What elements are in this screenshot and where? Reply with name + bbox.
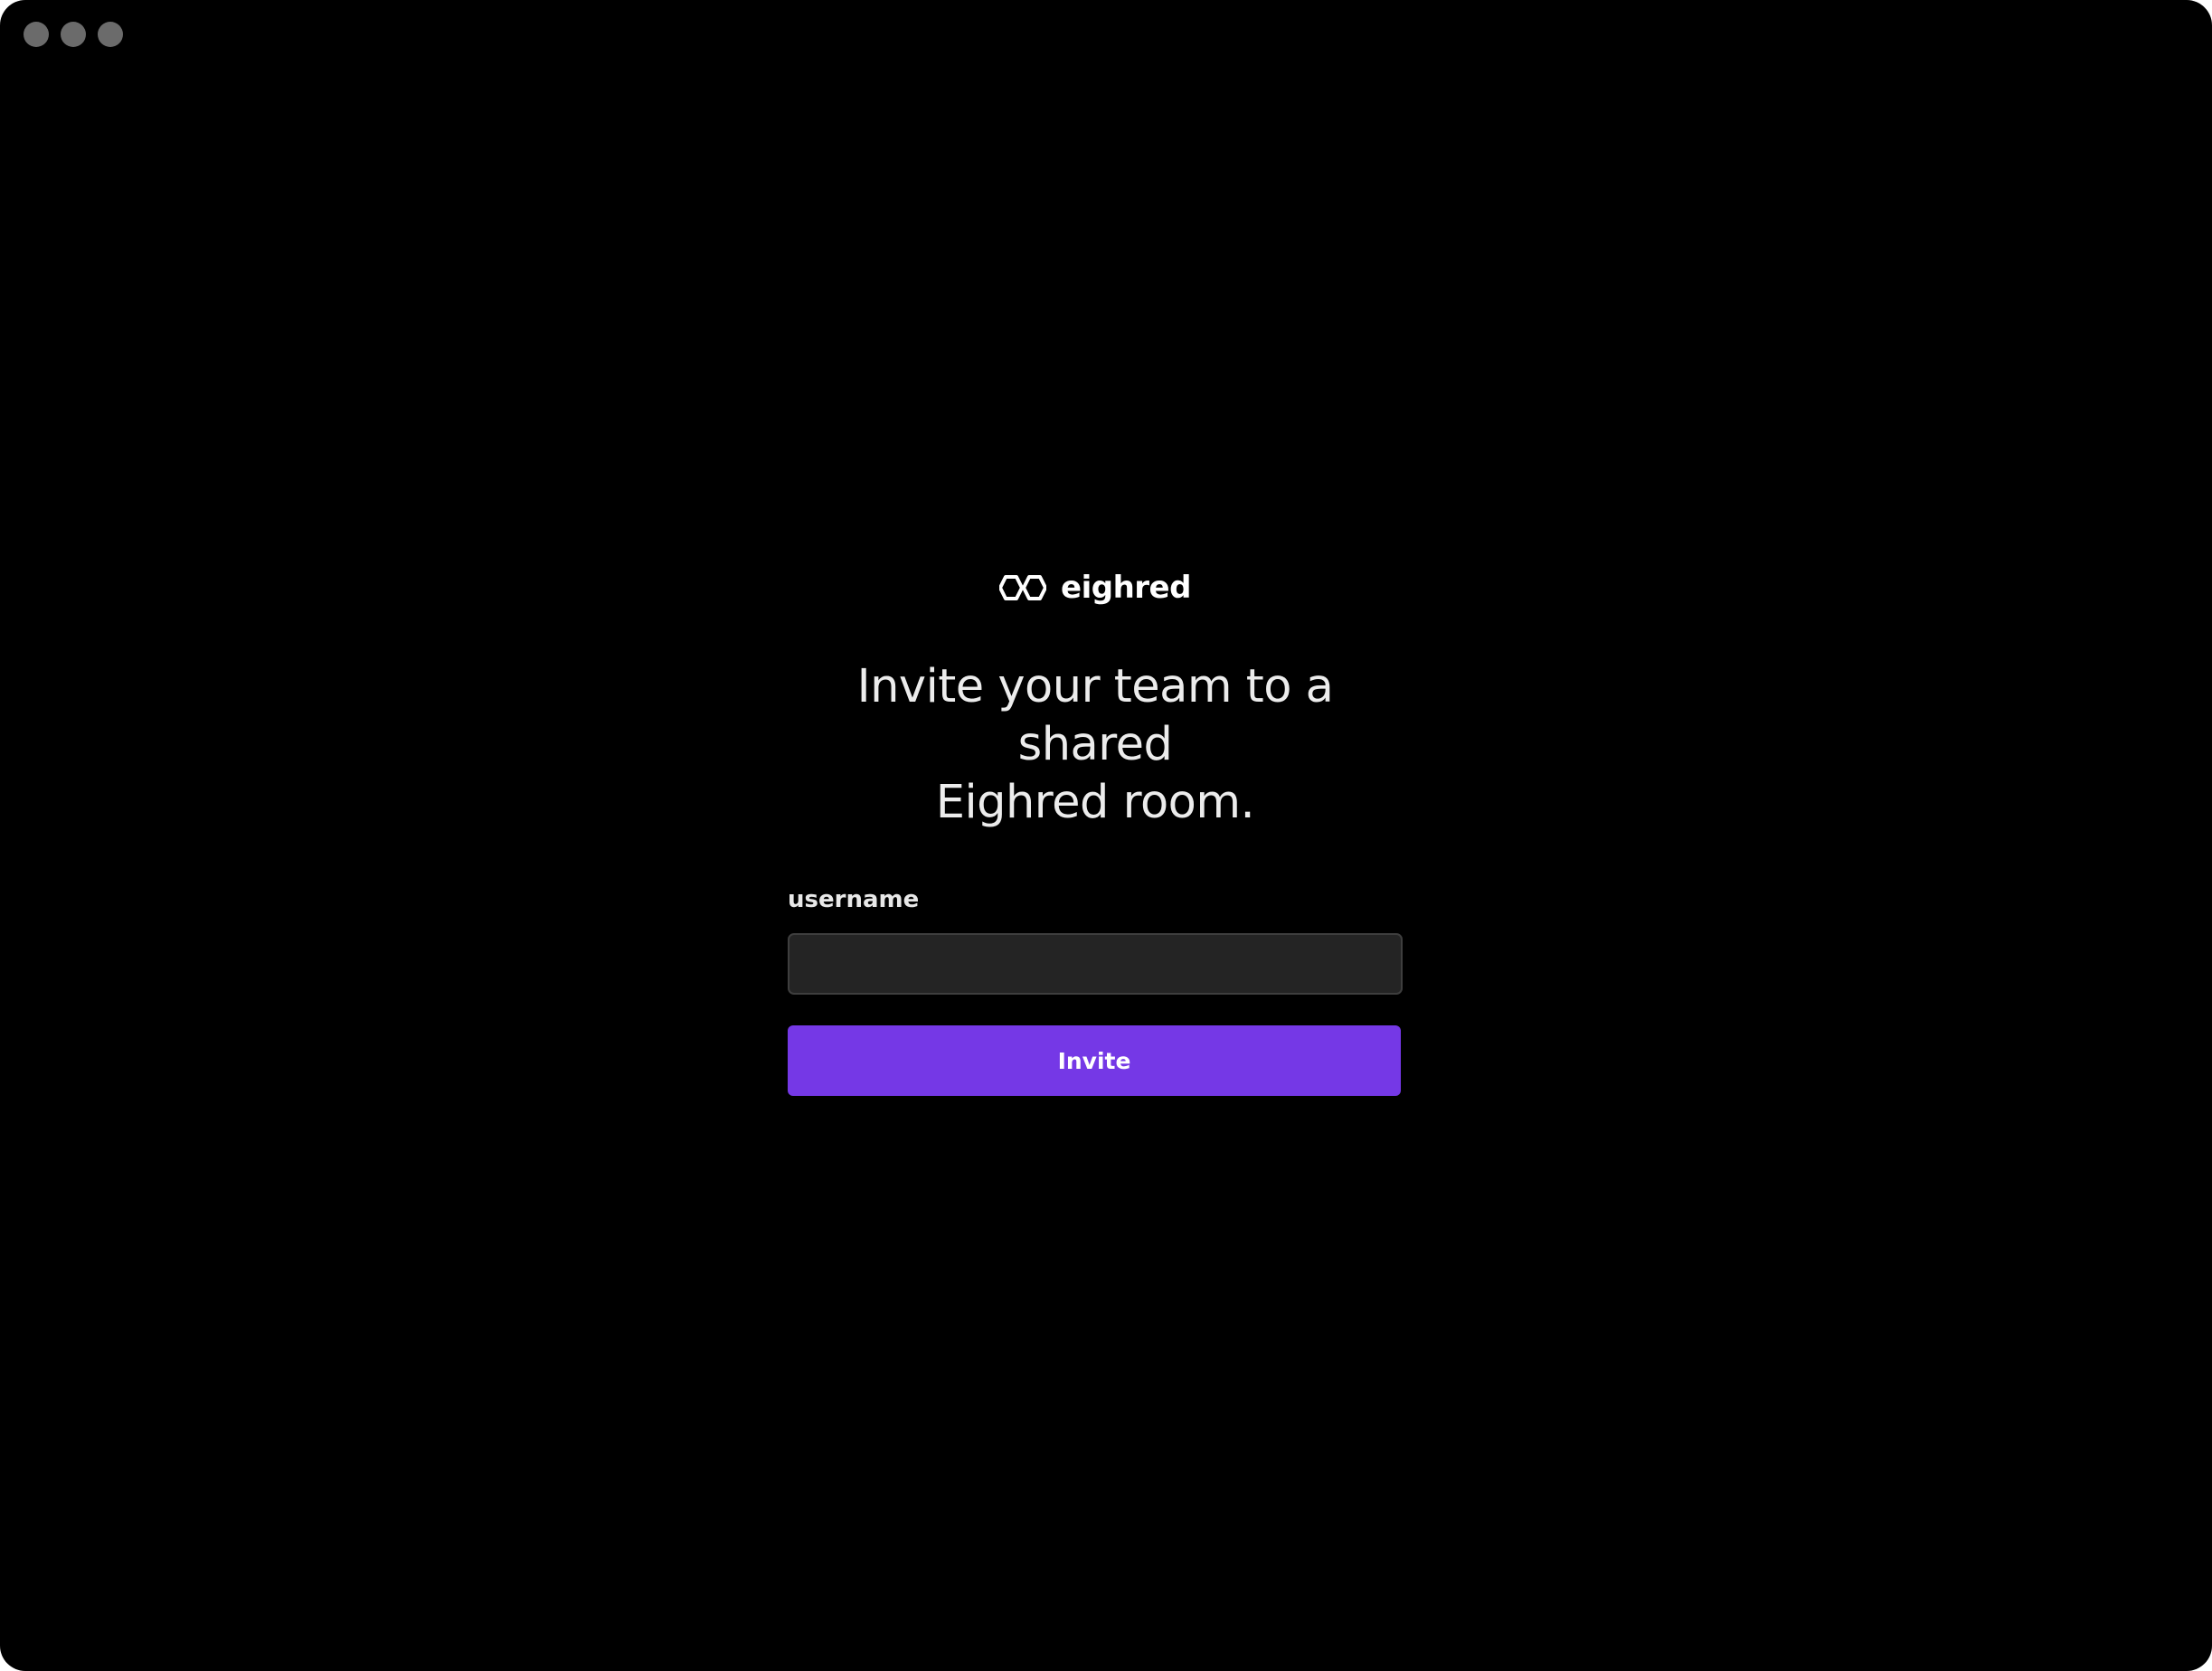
zoom-window-button[interactable] bbox=[98, 22, 123, 47]
minimize-window-button[interactable] bbox=[61, 22, 86, 47]
invite-panel: eighred Invite your team to a shared Eig… bbox=[788, 561, 1403, 1096]
double-hexagon-icon bbox=[999, 575, 1047, 600]
window-controls bbox=[24, 22, 123, 47]
brand-name: eighred bbox=[1061, 570, 1191, 606]
invite-button[interactable]: Invite bbox=[788, 1025, 1401, 1096]
app-window: eighred Invite your team to a shared Eig… bbox=[0, 0, 2212, 1671]
brand-logo: eighred bbox=[788, 561, 1403, 615]
page-title: Invite your team to a shared Eighred roo… bbox=[856, 660, 1334, 829]
username-label: username bbox=[788, 886, 920, 913]
username-input[interactable] bbox=[788, 933, 1403, 995]
close-window-button[interactable] bbox=[24, 22, 49, 47]
